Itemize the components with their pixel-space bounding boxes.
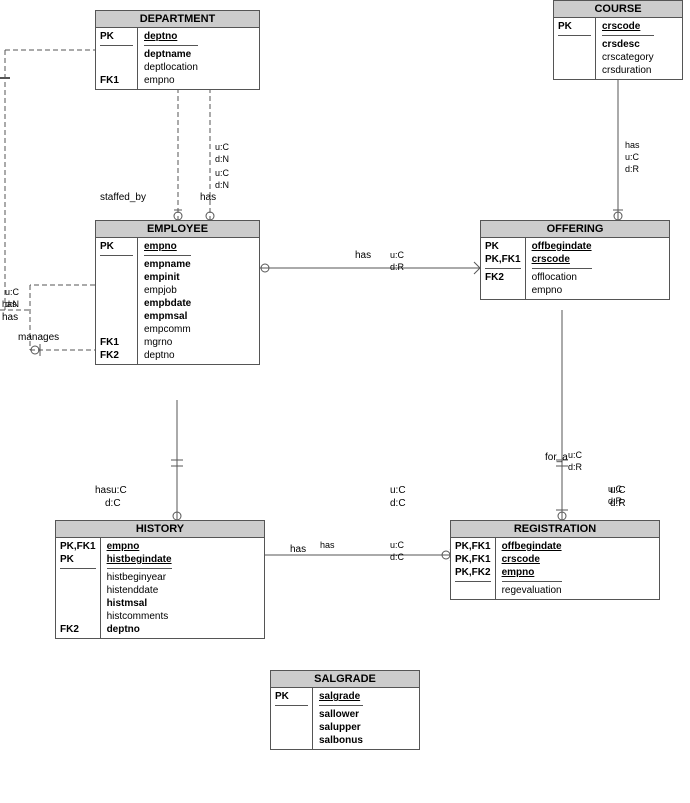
entity-course: COURSE PK crscode crsdesc crscategory cr… [553, 0, 683, 80]
entity-salgrade: SALGRADE PK salgrade sallower salupper s… [270, 670, 420, 750]
entity-registration: REGISTRATION PK,FK1 PK,FK1 PK,FK2 offbeg… [450, 520, 660, 600]
label-for-a: for_a [545, 452, 568, 463]
entity-department: DEPARTMENT PK FK1 deptno deptname deptlo… [95, 10, 260, 90]
svg-text:d:N: d:N [215, 154, 229, 164]
label-dc-reg1: d:C [390, 498, 406, 509]
entity-registration-attrs: offbegindate crscode empno regevaluation [496, 538, 568, 599]
entity-department-keys: PK FK1 [96, 28, 138, 89]
svg-text:u:C: u:C [390, 250, 405, 260]
label-has-emp-off: has [355, 250, 371, 261]
label-uc-reg1: u:C [390, 485, 406, 496]
svg-text:d:C: d:C [390, 552, 405, 562]
entity-salgrade-attrs: salgrade sallower salupper salbonus [313, 688, 369, 749]
entity-employee-attrs: empno empname empinit empjob empbdate em… [138, 238, 197, 364]
label-dr-reg2: d:R [610, 498, 626, 509]
svg-text:d:N: d:N [5, 299, 19, 309]
entity-department-title: DEPARTMENT [96, 11, 259, 28]
label-has-left: has [2, 312, 18, 323]
entity-offering: OFFERING PK PK,FK1 FK2 offbegindate crsc… [480, 220, 670, 300]
entity-course-keys: PK [554, 18, 596, 79]
entity-course-title: COURSE [554, 1, 682, 18]
svg-text:u:C: u:C [5, 287, 20, 297]
label-manages: manages [18, 332, 59, 343]
svg-text:u:C: u:C [215, 168, 230, 178]
svg-text:u:C: u:C [390, 540, 405, 550]
svg-text:u:C: u:C [568, 450, 583, 460]
entity-history-title: HISTORY [56, 521, 264, 538]
entity-department-attrs: deptno deptname deptlocation empno [138, 28, 204, 89]
entity-course-attrs: crscode crsdesc crscategory crsduration [596, 18, 660, 79]
entity-salgrade-title: SALGRADE [271, 671, 419, 688]
label-hasu-c: hasu:C [95, 485, 127, 496]
entity-offering-keys: PK PK,FK1 FK2 [481, 238, 526, 299]
svg-text:d:R: d:R [625, 164, 640, 174]
entity-registration-title: REGISTRATION [451, 521, 659, 538]
label-has-dept-emp: has [200, 192, 216, 203]
entity-registration-keys: PK,FK1 PK,FK1 PK,FK2 [451, 538, 496, 599]
svg-text:d:R: d:R [568, 462, 583, 472]
svg-text:has: has [2, 299, 17, 309]
svg-text:d:N: d:N [215, 180, 229, 190]
label-staffed-by: staffed_by [100, 192, 146, 203]
entity-history-keys: PK,FK1 PK FK2 [56, 538, 101, 638]
diagram-canvas: u:C d:N u:C d:N u:C d:N u:C d:R has u:C … [0, 0, 690, 803]
entity-history-attrs: empno histbegindate histbeginyear histen… [101, 538, 178, 638]
entity-salgrade-keys: PK [271, 688, 313, 749]
svg-text:has: has [320, 540, 335, 550]
entity-employee-keys: PK FK1 FK2 [96, 238, 138, 364]
label-d-c-hist: d:C [105, 498, 121, 509]
entity-history: HISTORY PK,FK1 PK FK2 empno histbegindat… [55, 520, 265, 639]
entity-employee-title: EMPLOYEE [96, 221, 259, 238]
entity-employee: EMPLOYEE PK FK1 FK2 empno empname empini… [95, 220, 260, 365]
label-has-hist-reg: has [290, 544, 306, 555]
svg-text:u:C: u:C [215, 142, 230, 152]
svg-text:d:R: d:R [390, 262, 405, 272]
entity-offering-attrs: offbegindate crscode offlocation empno [526, 238, 598, 299]
label-uc-reg2: u:C [610, 485, 626, 496]
svg-text:has: has [625, 140, 640, 150]
entity-offering-title: OFFERING [481, 221, 669, 238]
svg-text:u:C: u:C [625, 152, 640, 162]
